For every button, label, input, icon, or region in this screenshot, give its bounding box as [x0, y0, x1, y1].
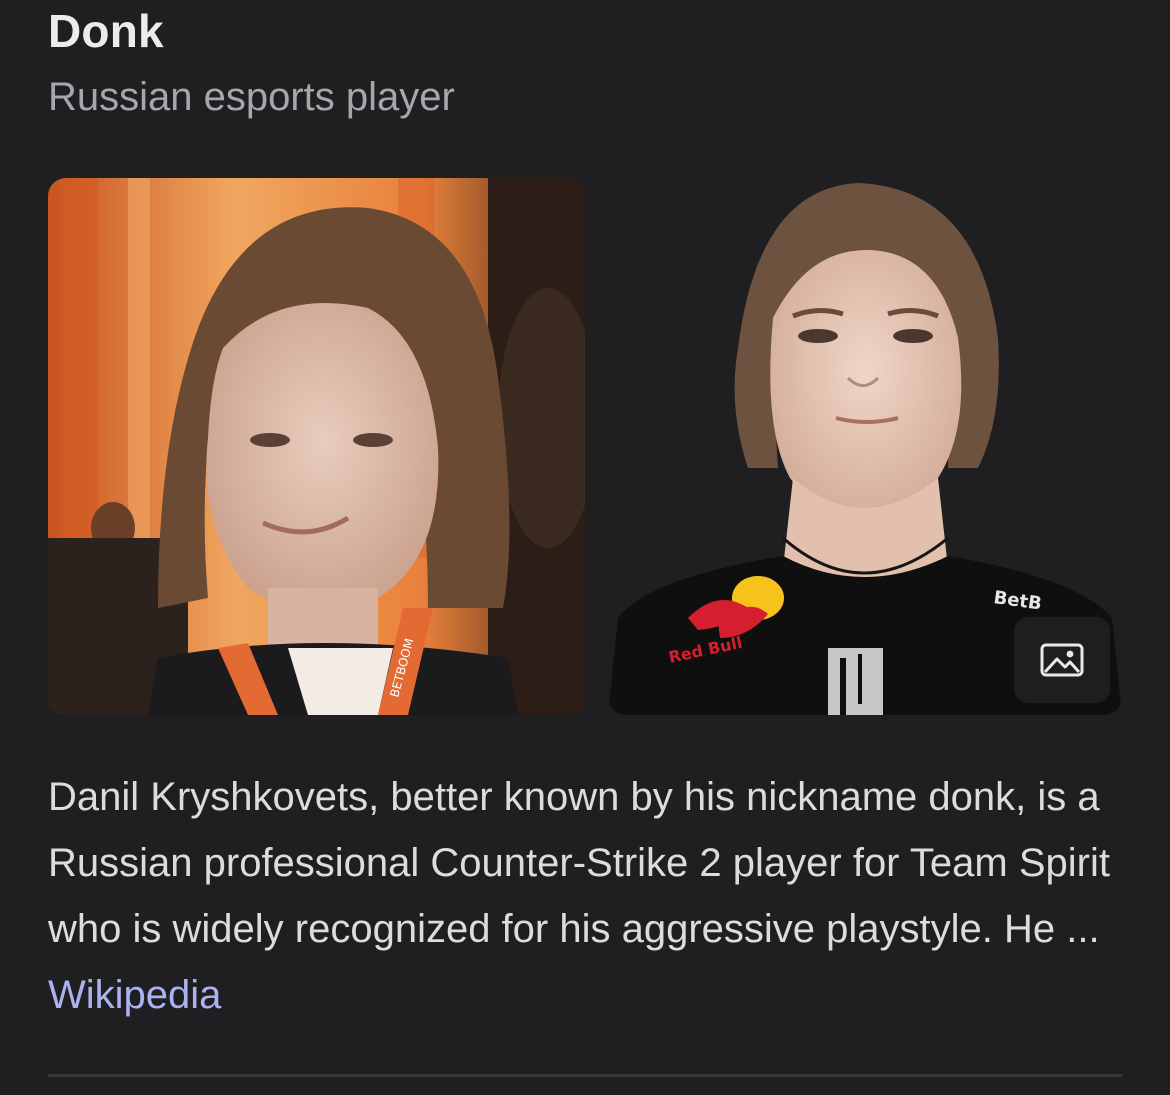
description-text: Danil Kryshkovets, better known by his n…	[48, 775, 1110, 951]
section-divider	[48, 1074, 1122, 1077]
image-gallery-icon	[1040, 643, 1084, 677]
entity-photo-left[interactable]: BETBOOM	[48, 178, 585, 715]
knowledge-panel: Donk Russian esports player BETBOOM Red …	[0, 0, 1170, 1095]
photo-left-graphic: BETBOOM	[48, 178, 585, 715]
wikipedia-link[interactable]: Wikipedia	[48, 973, 221, 1017]
entity-title: Donk	[48, 5, 164, 57]
entity-subtitle: Russian esports player	[48, 75, 455, 119]
image-gallery-button[interactable]	[1014, 617, 1110, 703]
entity-description: Danil Kryshkovets, better known by his n…	[48, 764, 1128, 1028]
